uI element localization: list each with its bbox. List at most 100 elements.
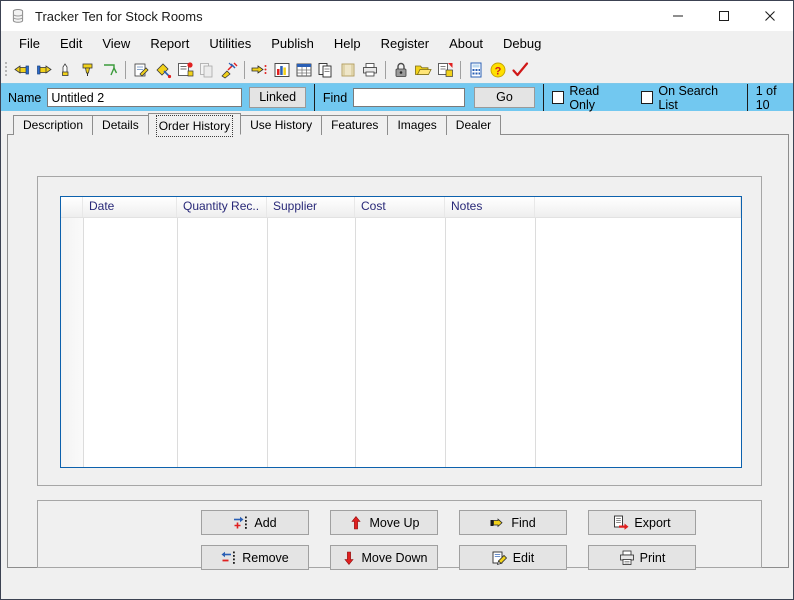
tab-label: Use History (250, 118, 313, 132)
name-label: Name (8, 90, 42, 105)
tab-strip: Description Details Order History Use Hi… (7, 113, 789, 137)
grid-header-quantity-received[interactable]: Quantity Rec.. (177, 197, 267, 217)
grid-header-date[interactable]: Date (83, 197, 177, 217)
tab-panel: Description Details Order History Use Hi… (7, 113, 789, 570)
title-bar: Tracker Ten for Stock Rooms (1, 1, 793, 31)
search-input[interactable] (353, 88, 466, 107)
button-label: Remove (242, 550, 289, 565)
grid-actions-group: Add Move Up Find Export Remove Move Down… (37, 500, 762, 570)
menu-item-utilities[interactable]: Utilities (199, 33, 261, 54)
name-input[interactable] (47, 88, 243, 107)
chart-icon[interactable] (272, 60, 292, 80)
add-arrow-icon (233, 515, 249, 531)
next-record-icon[interactable] (34, 60, 54, 80)
record-counter: 1 of 10 (755, 83, 777, 112)
menu-item-register[interactable]: Register (371, 33, 439, 54)
copy-icon[interactable] (316, 60, 336, 80)
new-record-icon[interactable] (175, 60, 195, 80)
print-button[interactable]: Print (588, 545, 696, 570)
tab-content-order-history: Date Quantity Rec.. Supplier Cost Notes (7, 134, 789, 570)
window-title: Tracker Ten for Stock Rooms (35, 8, 203, 24)
menu-bar: File Edit View Report Utilities Publish … (1, 31, 793, 57)
tab-description[interactable]: Description (13, 115, 94, 135)
application-window: Tracker Ten for Stock Rooms File Edit Vi… (0, 0, 794, 600)
grid-header-notes[interactable]: Notes (445, 197, 535, 217)
grid-header-supplier[interactable]: Supplier (267, 197, 355, 217)
tab-details[interactable]: Details (92, 115, 149, 135)
button-label: Move Down (361, 550, 428, 565)
grid-header-cost[interactable]: Cost (355, 197, 445, 217)
checkbox-box (640, 91, 654, 104)
tab-label: Description (23, 118, 84, 132)
maximize-button[interactable] (701, 1, 747, 31)
tab-features[interactable]: Features (321, 115, 389, 135)
linked-button[interactable]: Linked (249, 87, 306, 108)
grid-column-divider (535, 218, 536, 467)
menu-item-about[interactable]: About (439, 33, 493, 54)
tab-images[interactable]: Images (387, 115, 447, 135)
tab-dealer[interactable]: Dealer (445, 115, 502, 135)
open-folder-icon[interactable] (413, 60, 433, 80)
find-icon[interactable] (250, 60, 270, 80)
first-record-icon[interactable] (56, 60, 76, 80)
edit-button[interactable]: Edit (459, 545, 567, 570)
add-button[interactable]: Add (201, 510, 309, 535)
menu-item-debug[interactable]: Debug (493, 33, 551, 54)
table-report-icon[interactable] (294, 60, 314, 80)
go-button[interactable]: Go (474, 87, 535, 108)
goto-record-icon[interactable] (100, 60, 120, 80)
divider (542, 84, 544, 111)
grid-header-filler[interactable] (535, 197, 741, 217)
grid-column-divider (267, 218, 268, 467)
window-controls (655, 1, 793, 31)
read-only-checkbox[interactable]: Read Only (551, 84, 627, 112)
grid-body[interactable] (61, 218, 741, 467)
database-icon (10, 8, 26, 24)
toolbar-separator (125, 61, 126, 79)
move-up-button[interactable]: Move Up (330, 510, 438, 535)
grid-header-row: Date Quantity Rec.. Supplier Cost Notes (61, 197, 741, 218)
move-down-button[interactable]: Move Down (330, 545, 438, 570)
grid-column-divider (177, 218, 178, 467)
menu-item-help[interactable]: Help (324, 33, 371, 54)
previous-record-icon[interactable] (12, 60, 32, 80)
check-icon[interactable] (510, 60, 530, 80)
menu-item-file[interactable]: File (9, 33, 50, 54)
menu-item-report[interactable]: Report (140, 33, 199, 54)
find-button[interactable]: Find (459, 510, 567, 535)
toolbar-separator (460, 61, 461, 79)
tab-order-history[interactable]: Order History (147, 113, 242, 137)
on-search-list-label: On Search List (658, 83, 719, 112)
menu-item-view[interactable]: View (92, 33, 140, 54)
tab-use-history[interactable]: Use History (240, 115, 323, 135)
order-history-grid[interactable]: Date Quantity Rec.. Supplier Cost Notes (60, 196, 742, 468)
print-icon[interactable] (360, 60, 380, 80)
toolbar-separator (244, 61, 245, 79)
toolbar-separator (385, 61, 386, 79)
button-label: Edit (512, 550, 535, 565)
close-button[interactable] (747, 1, 793, 31)
export-button[interactable]: Export (588, 510, 696, 535)
remove-button[interactable]: Remove (201, 545, 309, 570)
button-label: Add (254, 515, 277, 530)
film-icon[interactable] (338, 60, 358, 80)
grid-header-corner[interactable] (61, 197, 83, 217)
delete-record-icon[interactable] (153, 60, 173, 80)
last-record-icon[interactable] (78, 60, 98, 80)
find-label: Find (322, 90, 348, 105)
pointing-hand-icon (490, 515, 506, 531)
toolbar-grip[interactable] (5, 62, 8, 78)
minimize-button[interactable] (655, 1, 701, 31)
menu-item-publish[interactable]: Publish (261, 33, 324, 54)
clear-record-icon[interactable] (219, 60, 239, 80)
toolbar: ? (1, 57, 793, 84)
edit-record-icon[interactable] (131, 60, 151, 80)
help-icon[interactable]: ? (488, 60, 508, 80)
save-icon[interactable] (435, 60, 455, 80)
copy-record-icon[interactable] (197, 60, 217, 80)
lock-icon[interactable] (391, 60, 411, 80)
on-search-list-checkbox[interactable]: On Search List (640, 83, 739, 112)
menu-item-edit[interactable]: Edit (50, 33, 92, 54)
grid-column-divider (445, 218, 446, 467)
calculator-icon[interactable] (466, 60, 486, 80)
